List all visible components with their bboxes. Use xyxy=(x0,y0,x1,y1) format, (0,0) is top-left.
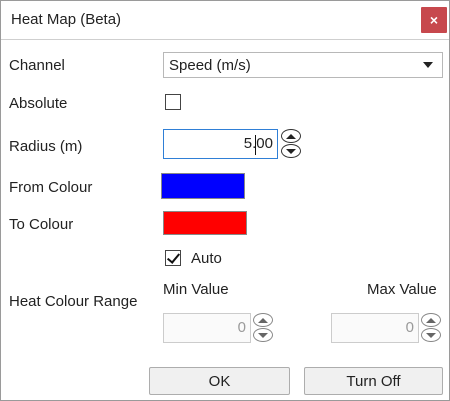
channel-label: Channel xyxy=(9,57,65,74)
max-decrement-button[interactable] xyxy=(421,328,441,342)
max-value-input[interactable]: 0 xyxy=(331,313,419,343)
min-decrement-button[interactable] xyxy=(253,328,273,342)
chevron-down-icon xyxy=(426,332,436,338)
chevron-down-icon xyxy=(423,62,433,68)
from-colour-label: From Colour xyxy=(9,179,93,196)
absolute-checkbox[interactable] xyxy=(165,94,181,110)
chevron-down-icon xyxy=(258,332,268,338)
channel-selected-value: Speed (m/s) xyxy=(169,57,251,74)
radius-spinner[interactable] xyxy=(281,129,303,159)
min-value-spinner[interactable] xyxy=(253,313,275,343)
min-value-input[interactable]: 0 xyxy=(163,313,251,343)
ok-button[interactable]: OK xyxy=(149,367,290,395)
from-colour-swatch[interactable] xyxy=(161,173,245,199)
max-value-label: Max Value xyxy=(367,281,437,298)
max-increment-button[interactable] xyxy=(421,313,441,327)
dialog-title: Heat Map (Beta) xyxy=(11,11,122,28)
auto-checkbox[interactable] xyxy=(165,250,181,266)
radius-decrement-button[interactable] xyxy=(281,144,301,158)
radius-increment-button[interactable] xyxy=(281,129,301,143)
heat-map-dialog: Heat Map (Beta) × Channel Speed (m/s) Ab… xyxy=(0,0,450,401)
text-caret xyxy=(255,135,256,155)
radius-input[interactable]: 5.00 xyxy=(163,129,278,159)
chevron-up-icon xyxy=(286,133,296,139)
close-icon: × xyxy=(429,12,439,28)
turn-off-button[interactable]: Turn Off xyxy=(304,367,443,395)
title-bar: Heat Map (Beta) × xyxy=(1,1,449,40)
chevron-up-icon xyxy=(258,317,268,323)
chevron-down-icon xyxy=(286,148,296,154)
absolute-label: Absolute xyxy=(9,95,68,112)
to-colour-swatch[interactable] xyxy=(163,211,247,235)
close-button[interactable]: × xyxy=(421,7,447,33)
auto-label: Auto xyxy=(191,250,222,267)
radius-label: Radius (m) xyxy=(9,138,83,155)
chevron-up-icon xyxy=(426,317,436,323)
min-increment-button[interactable] xyxy=(253,313,273,327)
min-value-label: Min Value xyxy=(163,281,229,298)
max-value-spinner[interactable] xyxy=(421,313,443,343)
to-colour-label: To Colour xyxy=(9,216,74,233)
heat-colour-range-label: Heat Colour Range xyxy=(9,293,138,310)
channel-select[interactable]: Speed (m/s) xyxy=(163,52,443,78)
